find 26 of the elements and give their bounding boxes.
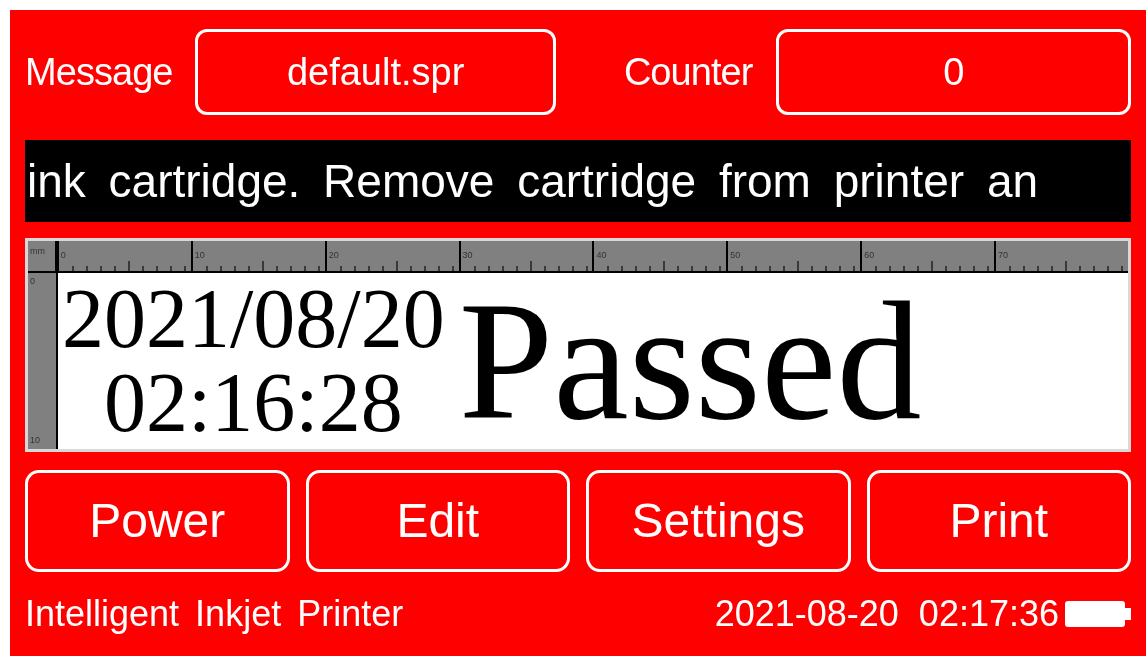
ruler-number: 30 — [461, 250, 473, 260]
ruler-number: 20 — [327, 250, 339, 260]
ruler-number: 40 — [595, 250, 607, 260]
ruler-number: 70 — [997, 250, 1009, 260]
status-datetime: 2021-08-20 02:17:36 — [714, 592, 1059, 636]
menu-button[interactable]: Edit — [305, 470, 570, 572]
menu-button[interactable]: Settings — [586, 470, 851, 572]
message-label: Message — [25, 49, 174, 95]
ruler-number: 10 — [29, 433, 41, 447]
menu-button[interactable]: Print — [866, 470, 1131, 572]
counter-field[interactable]: 0 — [776, 29, 1131, 115]
print-text: Passed — [458, 276, 922, 446]
print-time: 02:16:28 — [104, 361, 403, 445]
counter-label: Counter — [623, 49, 754, 95]
ruler-number: 60 — [863, 250, 875, 260]
ruler-number: 0 — [29, 275, 36, 288]
device-title: Intelligent Inkjet Printer — [25, 592, 404, 636]
menu-button[interactable]: Power — [25, 470, 290, 572]
ruler-unit: mm — [28, 241, 57, 271]
print-date: 2021/08/20 — [62, 277, 445, 361]
ruler-number: 50 — [729, 250, 741, 260]
message-field[interactable]: default.spr — [195, 29, 556, 115]
battery-icon — [1065, 599, 1131, 629]
ruler-number: 0 — [59, 250, 66, 260]
ruler-number: 10 — [193, 250, 205, 260]
message-ticker: ink cartridge. Remove cartridge from printer an — [25, 140, 1131, 222]
